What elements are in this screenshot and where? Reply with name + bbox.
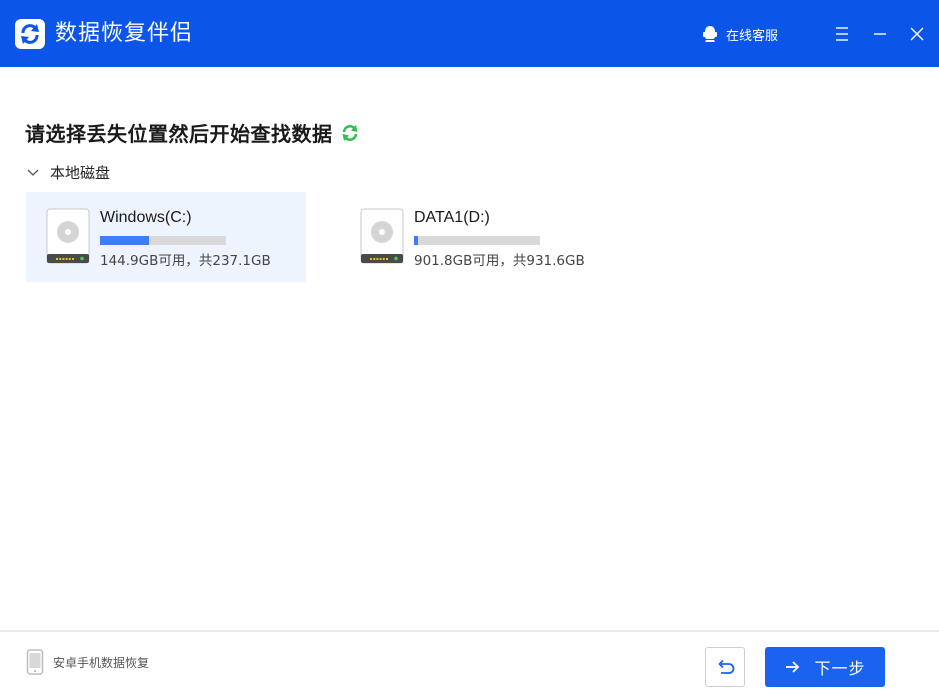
disk-usage-bar [414, 236, 540, 245]
refresh-box-icon [14, 18, 46, 50]
hard-drive-icon [360, 208, 404, 264]
local-disk-group-label: 本地磁盘 [50, 162, 110, 183]
footer-divider [0, 630, 939, 632]
online-service-label: 在线客服 [726, 25, 778, 44]
online-service-button[interactable]: 在线客服 [702, 24, 778, 44]
android-recovery-label: 安卓手机数据恢复 [53, 654, 149, 671]
disk-usage-text: 144.9GB可用，共237.1GB [100, 249, 271, 269]
undo-icon [714, 656, 736, 678]
hamburger-icon[interactable] [830, 22, 854, 46]
phone-icon [26, 649, 44, 675]
chevron-down-icon [25, 165, 41, 181]
disk-name: Windows(C:) [100, 209, 192, 227]
title-bar: 数据恢复伴侣 在线客服 [0, 0, 939, 67]
close-icon[interactable] [905, 22, 929, 46]
android-recovery-link[interactable]: 安卓手机数据恢复 [26, 649, 149, 675]
refresh-icon[interactable] [340, 123, 360, 143]
page-heading: 请选择丢失位置然后开始查找数据 [25, 118, 360, 147]
arrow-right-icon [784, 659, 800, 675]
page-title: 请选择丢失位置然后开始查找数据 [25, 118, 333, 147]
next-step-label: 下一步 [814, 655, 865, 679]
disk-usage-bar-fill [414, 236, 418, 245]
next-step-button[interactable]: 下一步 [765, 647, 885, 687]
headset-user-icon [702, 25, 718, 43]
disk-name: DATA1(D:) [414, 209, 490, 227]
local-disk-group-toggle[interactable]: 本地磁盘 [25, 162, 110, 183]
hard-drive-icon [46, 208, 90, 264]
disk-item-c[interactable]: Windows(C:) 144.9GB可用，共237.1GB [26, 192, 306, 282]
disk-usage-text: 901.8GB可用，共931.6GB [414, 249, 585, 269]
disk-usage-bar-fill [100, 236, 149, 245]
disk-item-d[interactable]: DATA1(D:) 901.8GB可用，共931.6GB [340, 192, 620, 282]
back-button[interactable] [705, 647, 745, 687]
minimize-icon[interactable] [868, 22, 892, 46]
app-title: 数据恢复伴侣 [55, 18, 193, 50]
disk-usage-bar [100, 236, 226, 245]
